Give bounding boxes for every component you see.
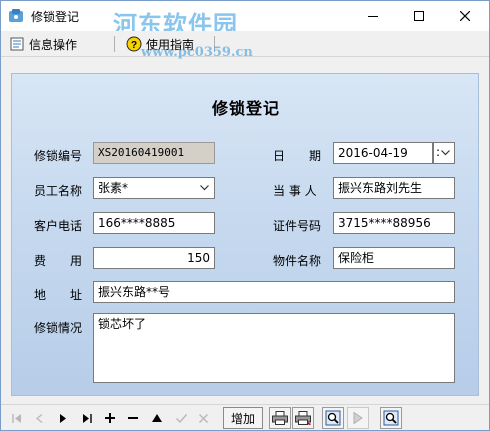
party-field[interactable]: 振兴东路刘先生 bbox=[333, 177, 455, 199]
prev-record-icon bbox=[35, 413, 42, 423]
party-label: 当 事 人 bbox=[273, 184, 317, 198]
form-title: 修锁登记 bbox=[211, 99, 280, 118]
play-button[interactable] bbox=[347, 407, 369, 429]
minimize-icon bbox=[368, 16, 378, 17]
play-icon bbox=[353, 412, 363, 424]
fee-label: 费 用 bbox=[34, 254, 83, 268]
first-record-icon bbox=[12, 413, 21, 423]
minimize-button[interactable] bbox=[350, 1, 396, 31]
cancel-record-button[interactable] bbox=[193, 408, 213, 428]
last-record-icon bbox=[83, 413, 92, 423]
check-icon bbox=[175, 413, 187, 423]
close-icon bbox=[460, 11, 470, 21]
print-preview-button[interactable] bbox=[292, 407, 314, 429]
maximize-icon bbox=[414, 11, 424, 21]
maximize-button[interactable] bbox=[396, 1, 442, 31]
insert-record-button[interactable] bbox=[100, 408, 120, 428]
employee-select[interactable]: 张素* bbox=[93, 177, 215, 199]
record-navigator: 增加 bbox=[1, 404, 489, 430]
delete-record-button[interactable] bbox=[123, 408, 143, 428]
svg-text:?: ? bbox=[131, 40, 137, 51]
watermark-url: www.pc0359.cn bbox=[141, 45, 253, 60]
print-button[interactable] bbox=[269, 407, 291, 429]
help-icon: ? bbox=[126, 36, 142, 52]
item-label: 物件名称 bbox=[273, 254, 322, 268]
phone-field[interactable]: 166****8885 bbox=[93, 212, 215, 234]
lock-no-field[interactable]: XS20160419001 bbox=[93, 142, 215, 164]
prev-record-button[interactable] bbox=[29, 408, 49, 428]
last-record-button[interactable] bbox=[77, 408, 97, 428]
phone-label: 客户电话 bbox=[34, 219, 83, 233]
employee-label: 员工名称 bbox=[34, 184, 83, 198]
add-button[interactable]: 增加 bbox=[223, 407, 263, 429]
close-button[interactable] bbox=[442, 1, 488, 31]
date-picker-button[interactable]: : bbox=[433, 142, 455, 164]
edit-record-button[interactable] bbox=[147, 408, 167, 428]
menu-info-operations[interactable]: 信息操作 bbox=[9, 35, 77, 53]
minus-icon bbox=[128, 417, 138, 419]
id-label: 证件号码 bbox=[273, 219, 322, 233]
print-preview-icon bbox=[295, 411, 311, 425]
menu-separator bbox=[114, 36, 115, 52]
chevron-down-icon bbox=[437, 145, 453, 161]
zoom-icon bbox=[383, 410, 399, 426]
address-label: 地 址 bbox=[34, 288, 83, 302]
zoom-button[interactable] bbox=[380, 407, 402, 429]
repair-label: 修锁情况 bbox=[34, 321, 83, 335]
next-record-button[interactable] bbox=[53, 408, 73, 428]
app-icon bbox=[8, 8, 24, 24]
menu-info-label: 信息操作 bbox=[29, 37, 78, 52]
employee-value: 张素* bbox=[98, 181, 129, 195]
address-field[interactable]: 振兴东路**号 bbox=[93, 281, 455, 303]
next-record-icon bbox=[60, 413, 66, 423]
date-label: 日 期 bbox=[273, 149, 322, 163]
id-field[interactable]: 3715****88956 bbox=[333, 212, 455, 234]
chevron-down-icon[interactable] bbox=[196, 180, 212, 196]
magnifier-icon bbox=[325, 410, 341, 426]
document-icon bbox=[9, 36, 25, 52]
date-field[interactable]: 2016-04-19 bbox=[333, 142, 433, 164]
search-button[interactable] bbox=[322, 407, 344, 429]
lock-no-label: 修锁编号 bbox=[34, 149, 83, 163]
fee-field[interactable]: 150 bbox=[93, 247, 215, 269]
item-field[interactable]: 保险柜 bbox=[333, 247, 455, 269]
app-window: 修锁登记 河东软件园 信息操作 ? 使用指南 www.pc0359.cn 修锁登… bbox=[0, 0, 490, 431]
plus-icon bbox=[105, 413, 115, 423]
x-icon bbox=[198, 413, 208, 423]
title-bar: 修锁登记 河东软件园 bbox=[1, 1, 489, 39]
post-record-button[interactable] bbox=[171, 408, 191, 428]
first-record-button[interactable] bbox=[7, 408, 27, 428]
repair-textarea[interactable]: 锁芯坏了 bbox=[93, 313, 455, 383]
printer-icon bbox=[272, 411, 288, 425]
window-title: 修锁登记 bbox=[31, 10, 80, 24]
up-triangle-icon bbox=[152, 414, 162, 422]
